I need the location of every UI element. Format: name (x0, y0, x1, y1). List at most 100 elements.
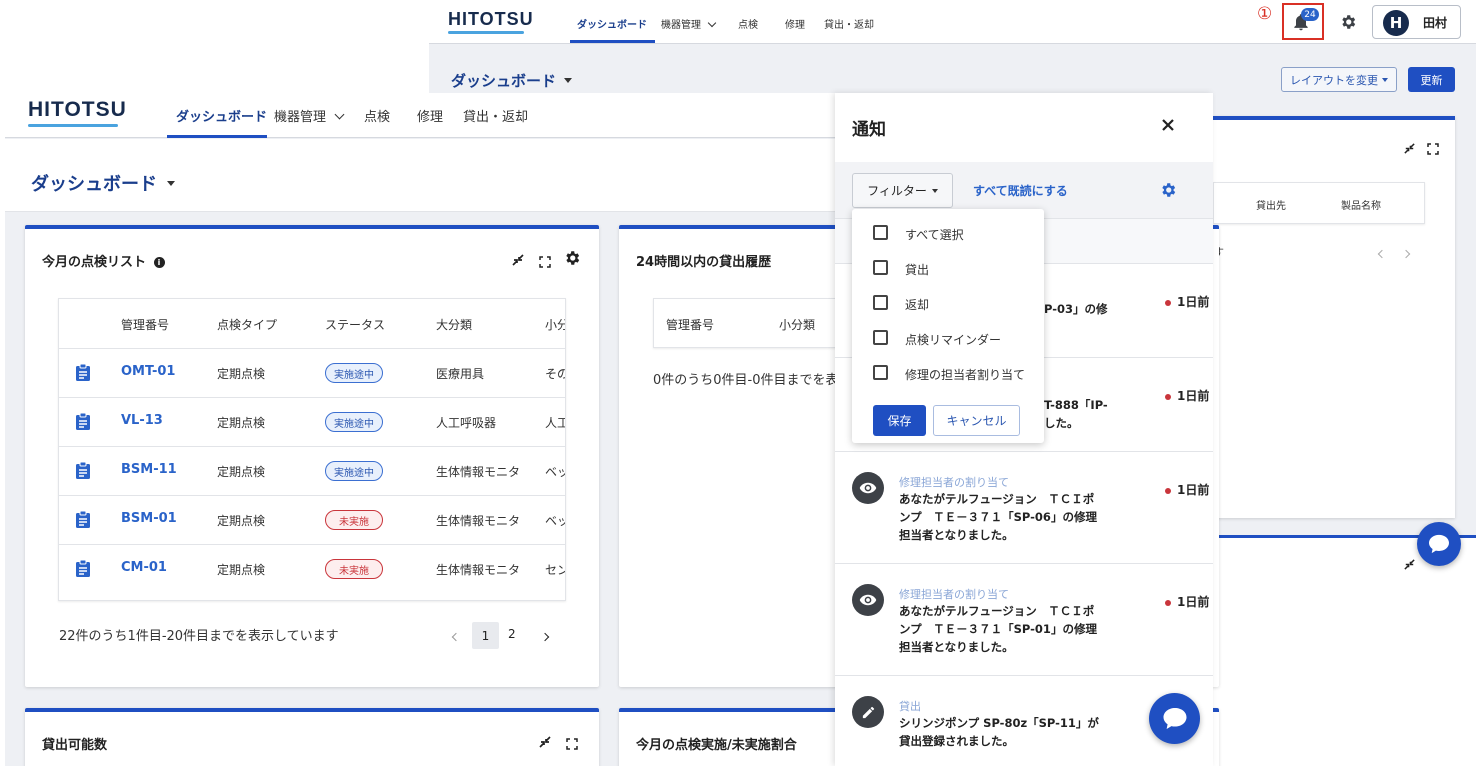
gear-icon[interactable] (1159, 181, 1177, 203)
notification-text-line1: T-888「IP- (1044, 398, 1108, 412)
bg-nav-dashboard[interactable]: ダッシュボード (577, 16, 647, 31)
row-category: 人工呼吸器 (436, 416, 497, 430)
chat-button[interactable] (1149, 693, 1200, 744)
lending-card-title: 24時間以内の貸出履歴 (636, 255, 772, 270)
fullscreen-icon[interactable] (1427, 140, 1439, 159)
clipboard-icon (76, 559, 90, 577)
notification-item[interactable]: 修理担当者の割り当て あなたがテルフュージョン ＴＣＩポ ンプ ＴＥ－３７１「S… (835, 452, 1213, 564)
checkbox-select-all[interactable] (873, 225, 888, 240)
save-button[interactable]: 保存 (873, 405, 926, 436)
table-row[interactable]: VL-13 定期点検 実施途中 人工呼吸器 人工 (59, 398, 565, 446)
prev-page-icon[interactable] (1377, 249, 1387, 259)
status-badge: 実施途中 (325, 412, 383, 432)
change-layout-button[interactable]: レイアウトを変更 (1281, 67, 1397, 92)
checkbox-lending[interactable] (873, 260, 888, 275)
bg-th-lending-to: 貸出先 (1256, 201, 1286, 212)
info-icon[interactable]: i (153, 257, 165, 268)
row-type: 定期点検 (217, 416, 266, 430)
eye-icon (852, 584, 884, 616)
inspection-card-title: 今月の点検リスト i (42, 251, 165, 270)
th-management-no: 管理番号 (666, 318, 715, 332)
bg-nav-lending[interactable]: 貸出・返却 (824, 16, 874, 31)
nav-lending[interactable]: 貸出・返却 (463, 106, 528, 125)
cancel-button[interactable]: キャンセル (933, 405, 1020, 436)
available-count-card: 貸出可能数 (25, 708, 599, 766)
avatar: H (1383, 10, 1409, 36)
bg-chat-button[interactable] (1417, 522, 1461, 566)
filter-button-label: フィルター (867, 184, 927, 198)
clipboard-icon (76, 363, 90, 381)
lending-empty-text: 0件のうち0件目-0件目までを表 (653, 373, 839, 388)
bg-table-header: 貸出先 製品名称 (1213, 182, 1425, 224)
minimize-icon[interactable] (538, 734, 552, 753)
nav-repair[interactable]: 修理 (417, 106, 443, 125)
logo[interactable]: HITOTSU (28, 98, 127, 122)
checkbox-inspection-reminder[interactable] (873, 330, 888, 345)
bg-th-product-name: 製品名称 (1341, 201, 1381, 212)
gear-icon[interactable] (563, 249, 581, 271)
eye-icon (852, 472, 884, 504)
row-id[interactable]: OMT-01 (121, 364, 175, 379)
bg-page-title[interactable]: ダッシュボード (451, 70, 573, 91)
filter-button[interactable]: フィルター (852, 173, 953, 208)
minimize-icon[interactable] (1403, 556, 1416, 575)
notification-header: 通知 (835, 93, 1213, 162)
unread-dot (1165, 487, 1171, 494)
notification-text-line2: ンプ ＴＥ－３７１「SP-06」の修理 (899, 510, 1097, 524)
user-menu-button[interactable]: H 田村 (1372, 5, 1461, 39)
minimize-icon[interactable] (511, 252, 525, 271)
next-page-icon[interactable] (540, 632, 550, 642)
nav-dashboard[interactable]: ダッシュボード (176, 106, 267, 125)
nav-equipment-label: 機器管理 (274, 110, 327, 125)
page-button-2[interactable]: 2 (508, 627, 516, 641)
table-row[interactable]: CM-01 定期点検 未実施 生体情報モニタ セン (59, 545, 565, 593)
row-id[interactable]: BSM-11 (121, 462, 177, 477)
caret-down-icon (564, 78, 573, 83)
checkbox-repair-assignment[interactable] (873, 365, 888, 380)
refresh-button[interactable]: 更新 (1408, 67, 1455, 92)
notification-time: 1日前 (1165, 593, 1209, 610)
prev-page-icon[interactable] (451, 632, 461, 642)
inspection-list-card: 今月の点検リスト i 管理番号 点検タイプ ステータス 大分類 小分 (25, 225, 599, 687)
row-id[interactable]: VL-13 (121, 413, 163, 428)
notification-text-line3: 担当者となりました。 (899, 640, 1014, 654)
table-row[interactable]: BSM-11 定期点検 実施途中 生体情報モニタ ベッ (59, 447, 565, 495)
checkbox-return[interactable] (873, 295, 888, 310)
nav-inspection[interactable]: 点検 (364, 106, 390, 125)
row-type: 定期点検 (217, 514, 266, 528)
notification-category: 修理担当者の割り当て (899, 476, 1009, 489)
bg-logo[interactable]: HITOTSU (448, 9, 534, 30)
notification-category: 修理担当者の割り当て (899, 588, 1009, 601)
bg-nav-active-indicator (570, 40, 655, 43)
clipboard-icon (76, 461, 90, 479)
notification-text-line2: した。 (1044, 416, 1079, 430)
table-row[interactable]: BSM-01 定期点検 未実施 生体情報モニタ ベッ (59, 496, 565, 544)
bg-nav-inspection[interactable]: 点検 (738, 16, 758, 31)
bg-nav-equipment[interactable]: 機器管理 (661, 16, 717, 31)
notification-item[interactable]: 修理担当者の割り当て あなたがテルフュージョン ＴＣＩポ ンプ ＴＥ－３７１「S… (835, 564, 1213, 676)
th-management-no: 管理番号 (121, 318, 170, 332)
mark-all-read-link[interactable]: すべて既読にする (973, 182, 1068, 199)
filter-option-label: 修理の担当者割り当て (905, 368, 1026, 382)
minimize-icon[interactable] (1403, 140, 1416, 159)
pencil-icon (852, 696, 884, 728)
fullscreen-icon[interactable] (539, 253, 551, 272)
next-page-icon[interactable] (1401, 249, 1411, 259)
filter-option-label: 返却 (905, 298, 930, 312)
notification-time-text: 1日前 (1177, 483, 1210, 497)
row-id[interactable]: BSM-01 (121, 511, 177, 526)
page-title[interactable]: ダッシュボード (31, 170, 176, 196)
chevron-down-icon (707, 18, 717, 28)
row-category: 生体情報モニタ (436, 514, 521, 528)
close-icon[interactable] (1160, 117, 1176, 137)
bg-header: HITOTSU ダッシュボード 機器管理 点検 修理 貸出・返却 ① 24 H … (429, 0, 1476, 44)
table-row[interactable]: OMT-01 定期点検 実施途中 医療用具 その (59, 349, 565, 397)
nav-active-indicator (167, 135, 267, 138)
page-button-1[interactable]: 1 (472, 622, 499, 649)
nav-equipment[interactable]: 機器管理 (274, 106, 345, 125)
page-title-text: ダッシュボード (31, 174, 157, 195)
fullscreen-icon[interactable] (566, 735, 578, 754)
bg-nav-repair[interactable]: 修理 (785, 16, 805, 31)
gear-icon[interactable] (1339, 13, 1357, 31)
row-id[interactable]: CM-01 (121, 560, 167, 575)
